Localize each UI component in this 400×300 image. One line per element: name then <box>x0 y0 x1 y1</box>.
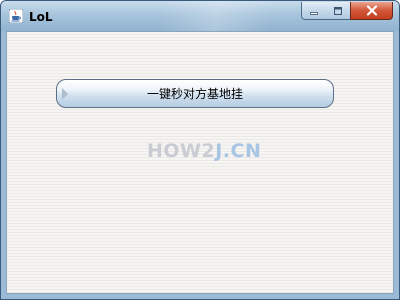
java-coffee-cup-icon[interactable] <box>9 9 23 23</box>
minimize-button[interactable] <box>301 2 327 20</box>
app-window: LoL 一键秒对方基地挂 HOW2J.CN <box>0 0 400 300</box>
play-arrow-icon <box>62 88 68 100</box>
watermark-accent: J.CN <box>215 140 262 162</box>
minimize-icon <box>310 11 318 15</box>
close-icon <box>366 5 377 16</box>
action-button[interactable]: 一键秒对方基地挂 <box>56 79 334 108</box>
window-title: LoL <box>29 10 53 24</box>
action-button-label: 一键秒对方基地挂 <box>146 86 243 101</box>
title-bar[interactable]: LoL <box>1 1 399 31</box>
watermark-main: HOW2 <box>147 140 216 162</box>
watermark-text: HOW2J.CN <box>147 139 261 163</box>
content-panel: 一键秒对方基地挂 HOW2J.CN <box>6 31 394 294</box>
maximize-icon <box>334 6 342 15</box>
close-button[interactable] <box>350 2 393 20</box>
maximize-button[interactable] <box>326 2 351 20</box>
